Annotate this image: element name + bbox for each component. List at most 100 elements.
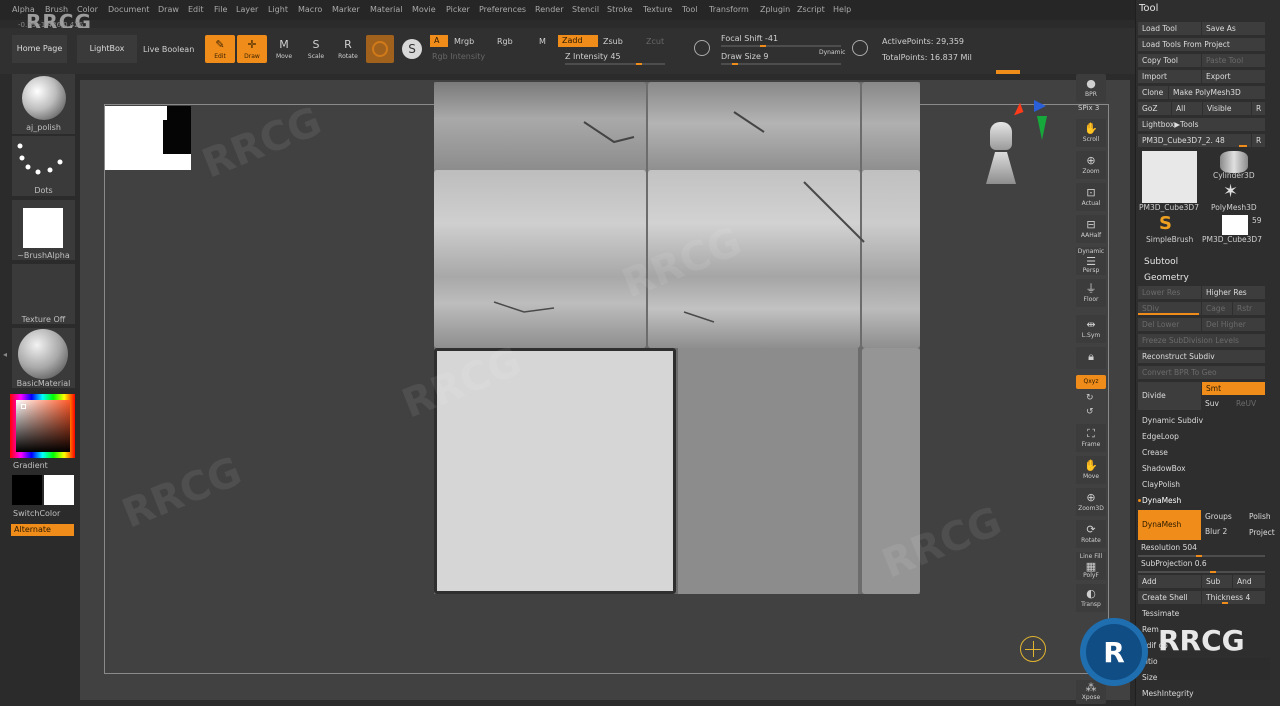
dynamesh-button[interactable]: DynaMesh	[1138, 510, 1201, 540]
zoom-button[interactable]: ⊕ Zoom	[1076, 151, 1106, 179]
menu-item-stroke[interactable]: Stroke	[607, 5, 633, 14]
color-cursor-icon[interactable]	[21, 404, 26, 409]
draw-button[interactable]: ✛ Draw	[237, 35, 267, 63]
a-toggle[interactable]: A	[430, 35, 448, 47]
load-tools-from-project-button[interactable]: Load Tools From Project	[1138, 38, 1265, 51]
add-button[interactable]: Add	[1138, 575, 1201, 588]
sub-button[interactable]: Sub	[1202, 575, 1232, 588]
spix-slider[interactable]: SPix 3	[1078, 104, 1099, 112]
focal-shift-knob[interactable]	[760, 45, 766, 47]
goz-all-button[interactable]: All	[1172, 102, 1202, 115]
clone-button[interactable]: Clone	[1138, 86, 1168, 99]
higher-res-button[interactable]: Higher Res	[1202, 286, 1265, 299]
floor-button[interactable]: ⏚ Floor	[1076, 279, 1106, 307]
transp-button[interactable]: ◐ Transp	[1076, 584, 1106, 612]
save-as-button[interactable]: Save As	[1202, 22, 1265, 35]
resolution-knob[interactable]	[1196, 555, 1202, 557]
import-button[interactable]: Import	[1138, 70, 1201, 83]
del-lower-button[interactable]: Del Lower	[1138, 318, 1201, 331]
menu-item-tool[interactable]: Tool	[682, 5, 698, 14]
tool-thumb-cube[interactable]	[1142, 151, 1197, 203]
lightbox-tools-button[interactable]: Lightbox▶Tools	[1138, 118, 1265, 131]
gradient-toggle[interactable]: Gradient	[13, 461, 76, 470]
smt-toggle[interactable]: Smt	[1202, 382, 1265, 395]
rotate-y-icon[interactable]: ↻	[1086, 393, 1094, 403]
crease-section[interactable]: Crease	[1142, 448, 1168, 457]
live-boolean-button[interactable]: Live Boolean	[143, 45, 194, 54]
dynamesh-section[interactable]: DynaMesh	[1142, 496, 1181, 505]
groups-toggle[interactable]: Groups	[1205, 512, 1232, 521]
menu-item-zscript[interactable]: Zscript	[797, 5, 825, 14]
menu-item-draw[interactable]: Draw	[158, 5, 179, 14]
material-swatch-button[interactable]	[366, 35, 394, 63]
bpr-button[interactable]: ● BPR	[1076, 74, 1106, 102]
menu-item-zplugin[interactable]: Zplugin	[760, 5, 790, 14]
menu-item-material[interactable]: Material	[370, 5, 403, 14]
menu-item-layer[interactable]: Layer	[236, 5, 258, 14]
polymesh-star-icon[interactable]: ✶	[1223, 181, 1238, 202]
reconstruct-subdiv-button[interactable]: Reconstruct Subdiv	[1138, 350, 1265, 363]
primary-color-swatch[interactable]	[12, 475, 42, 505]
menu-item-preferences[interactable]: Preferences	[479, 5, 526, 14]
sculpted-texture[interactable]	[434, 82, 920, 594]
rstr-button[interactable]: Rstr	[1233, 302, 1265, 315]
goz-r-button[interactable]: R	[1252, 102, 1265, 115]
goz-button[interactable]: GoZ	[1138, 102, 1171, 115]
shadowbox-section[interactable]: ShadowBox	[1142, 464, 1186, 473]
z-intensity-knob[interactable]	[636, 63, 642, 65]
edit-button[interactable]: ✎ Edit	[205, 35, 235, 63]
lock-button[interactable]: 🔒︎	[1076, 347, 1106, 369]
current-tool-r-button[interactable]: R	[1252, 134, 1265, 147]
menu-item-transform[interactable]: Transform	[709, 5, 749, 14]
polish-toggle[interactable]: Polish	[1249, 512, 1271, 521]
current-tool-slider[interactable]: PM3D_Cube3D7_2. 48	[1138, 134, 1251, 147]
subprojection-knob[interactable]	[1210, 571, 1216, 573]
rotate-button[interactable]: R Rotate	[333, 35, 363, 63]
create-shell-button[interactable]: Create Shell	[1138, 591, 1201, 604]
zoom3d-button[interactable]: ⊕ Zoom3D	[1076, 488, 1106, 516]
collapse-left-icon[interactable]: ◂	[3, 350, 7, 359]
rotate-z-icon[interactable]: ↺	[1086, 407, 1094, 417]
rgb-toggle[interactable]: Rgb	[497, 37, 513, 46]
menu-item-texture[interactable]: Texture	[643, 5, 672, 14]
m-toggle[interactable]: M	[539, 37, 546, 46]
menu-item-picker[interactable]: Picker	[446, 5, 470, 14]
menu-item-file[interactable]: File	[214, 5, 227, 14]
home-page-button[interactable]: Home Page	[12, 35, 67, 63]
scale-button[interactable]: S Scale	[301, 35, 331, 63]
make-polymesh-button[interactable]: Make PolyMesh3D	[1169, 86, 1265, 99]
menu-item-render[interactable]: Render	[535, 5, 563, 14]
lightbox-button[interactable]: LightBox	[77, 35, 137, 63]
frame-button[interactable]: ⛶ Frame	[1076, 424, 1106, 452]
del-higher-button[interactable]: Del Higher	[1202, 318, 1265, 331]
zadd-toggle[interactable]: Zadd	[558, 35, 598, 47]
mrgb-toggle[interactable]: Mrgb	[454, 37, 474, 46]
draw-size-slider[interactable]: Draw Size 9	[721, 52, 769, 61]
current-tool-knob[interactable]	[1239, 145, 1247, 147]
and-button[interactable]: And	[1233, 575, 1265, 588]
secondary-color-swatch[interactable]	[44, 475, 74, 505]
move-button[interactable]: M Move	[269, 35, 299, 63]
alternate-toggle[interactable]: Alternate	[11, 524, 74, 536]
menu-item-help[interactable]: Help	[833, 5, 851, 14]
freeze-subdiv-button[interactable]: Freeze SubDivision Levels	[1138, 334, 1265, 347]
color-picker[interactable]	[10, 394, 75, 458]
subtool-section[interactable]: Subtool	[1144, 257, 1178, 267]
menu-item-light[interactable]: Light	[268, 5, 288, 14]
scroll-button[interactable]: ✋ Scroll	[1076, 119, 1106, 147]
switch-color-button[interactable]: SwitchColor	[13, 509, 76, 518]
menu-item-movie[interactable]: Movie	[412, 5, 436, 14]
paste-tool-button[interactable]: Paste Tool	[1202, 54, 1265, 67]
move-view-button[interactable]: ✋ Move	[1076, 456, 1106, 484]
actual-button[interactable]: ⊡ Actual	[1076, 183, 1106, 211]
edgeloop-section[interactable]: EdgeLoop	[1142, 432, 1179, 441]
zsub-toggle[interactable]: Zsub	[603, 37, 623, 46]
export-button[interactable]: Export	[1202, 70, 1265, 83]
lower-res-button[interactable]: Lower Res	[1138, 286, 1201, 299]
z-intensity-slider[interactable]: Z Intensity 45	[565, 52, 621, 61]
lsym-button[interactable]: ⇹ L.Sym	[1076, 315, 1106, 343]
thickness-slider[interactable]: Thickness 4	[1202, 591, 1265, 604]
menu-item-marker[interactable]: Marker	[332, 5, 360, 14]
menu-item-macro[interactable]: Macro	[298, 5, 322, 14]
blur-slider[interactable]: Blur 2	[1205, 527, 1227, 536]
